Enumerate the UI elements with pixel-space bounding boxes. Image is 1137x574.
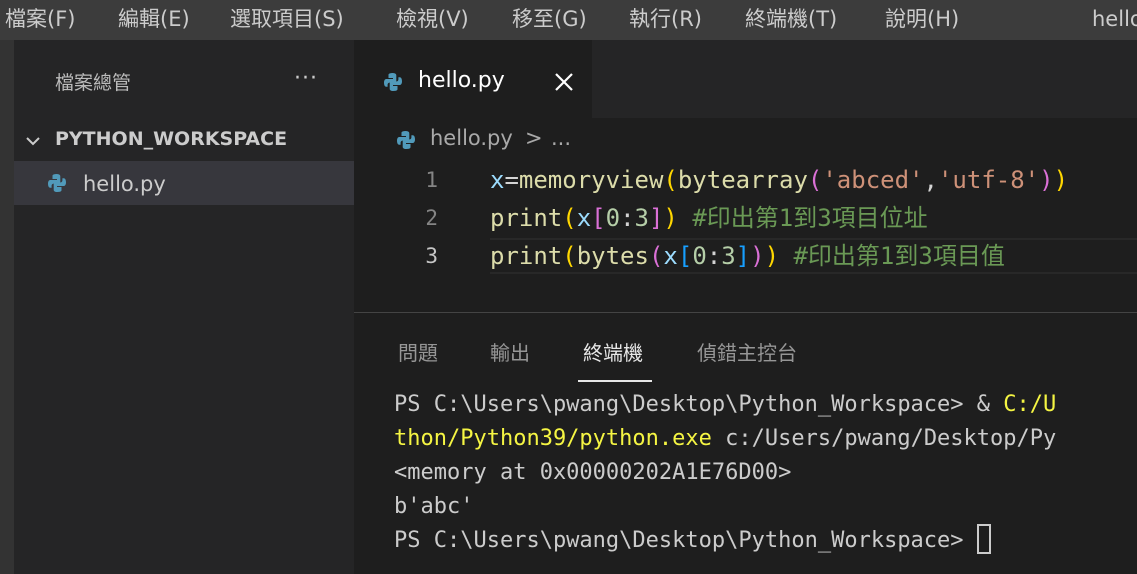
code-line-1[interactable]: 1 x=memoryview(bytearray('abced','utf-8'… xyxy=(354,161,1137,199)
menu-selection[interactable]: 選取項目(S) xyxy=(230,0,344,40)
code-line-3[interactable]: 3 print(bytes(x[0:3])) #印出第1到3項目值 xyxy=(354,237,1137,275)
workspace-folder-name[interactable]: PYTHON_WORKSPACE xyxy=(55,128,287,150)
python-file-icon xyxy=(48,174,66,192)
terminal-output-memory: <memory at 0x00000202A1E76D00> xyxy=(394,460,792,485)
breadcrumb-separator: > xyxy=(525,126,543,150)
terminal-line-5[interactable]: PS C:\Users\pwang\Desktop\Python_Workspa… xyxy=(394,524,991,558)
menu-run[interactable]: 執行(R) xyxy=(629,0,702,40)
terminal-command-arg: c:/Users/pwang/Desktop/Py xyxy=(711,426,1057,451)
tab-label[interactable]: hello.py xyxy=(418,68,505,93)
terminal-prompt: PS C:\Users\pwang\Desktop\Python_Workspa… xyxy=(394,528,977,553)
window-title: hello xyxy=(1092,7,1137,31)
explorer-sidebar: 檔案總管 ··· PYTHON_WORKSPACE hello.py xyxy=(14,40,354,574)
activity-bar xyxy=(0,40,14,574)
code-text[interactable]: print(bytes(x[0:3])) #印出第1到3項目值 xyxy=(490,237,1005,275)
file-tree-label[interactable]: hello.py xyxy=(83,172,166,196)
menu-help[interactable]: 說明(H) xyxy=(885,0,959,40)
python-file-icon xyxy=(397,131,415,149)
explorer-title: 檔案總管 xyxy=(55,72,132,94)
more-actions-icon[interactable]: ··· xyxy=(294,66,318,91)
menu-bar: 檔案(F) 編輯(E) 選取項目(S) 檢視(V) 移至(G) 執行(R) 終端… xyxy=(0,0,1137,40)
menu-view[interactable]: 檢視(V) xyxy=(396,0,469,40)
chevron-down-icon[interactable] xyxy=(24,132,42,150)
close-icon[interactable] xyxy=(553,71,575,93)
line-number: 3 xyxy=(425,244,438,268)
python-file-icon xyxy=(384,73,402,91)
terminal-command-path: thon/Python39/python.exe xyxy=(394,426,712,451)
breadcrumb-file[interactable]: hello.py xyxy=(430,126,513,150)
menu-file[interactable]: 檔案(F) xyxy=(5,0,75,40)
terminal-prompt: PS C:\Users\pwang\Desktop\Python_Workspa… xyxy=(394,392,1004,417)
line-number: 1 xyxy=(425,168,438,192)
code-text[interactable]: x=memoryview(bytearray('abced','utf-8')) xyxy=(490,161,1068,199)
code-line-2[interactable]: 2 print(x[0:3]) #印出第1到3項目位址 xyxy=(354,199,1137,237)
tab-output[interactable]: 輸出 xyxy=(490,337,530,366)
terminal-cursor[interactable] xyxy=(976,524,991,554)
menu-go[interactable]: 移至(G) xyxy=(512,0,587,40)
line-number: 2 xyxy=(425,206,438,230)
menu-edit[interactable]: 編輯(E) xyxy=(118,0,190,40)
terminal-output-bytes: b'abc' xyxy=(394,494,474,519)
tab-problems[interactable]: 問題 xyxy=(398,337,438,366)
breadcrumb-symbols[interactable]: ... xyxy=(551,126,571,150)
tab-debug-console[interactable]: 偵錯主控台 xyxy=(697,337,797,366)
menu-terminal[interactable]: 終端機(T) xyxy=(745,0,837,40)
tab-terminal[interactable]: 終端機 xyxy=(583,337,643,366)
terminal-command-path: C:/U xyxy=(1003,392,1057,417)
active-tab-indicator xyxy=(578,380,652,382)
terminal-line-2: thon/Python39/python.exe c:/Users/pwang/… xyxy=(394,422,1056,456)
terminal-line-1: PS C:\Users\pwang\Desktop\Python_Workspa… xyxy=(394,388,1056,422)
code-text[interactable]: print(x[0:3]) #印出第1到3項目位址 xyxy=(490,199,928,237)
